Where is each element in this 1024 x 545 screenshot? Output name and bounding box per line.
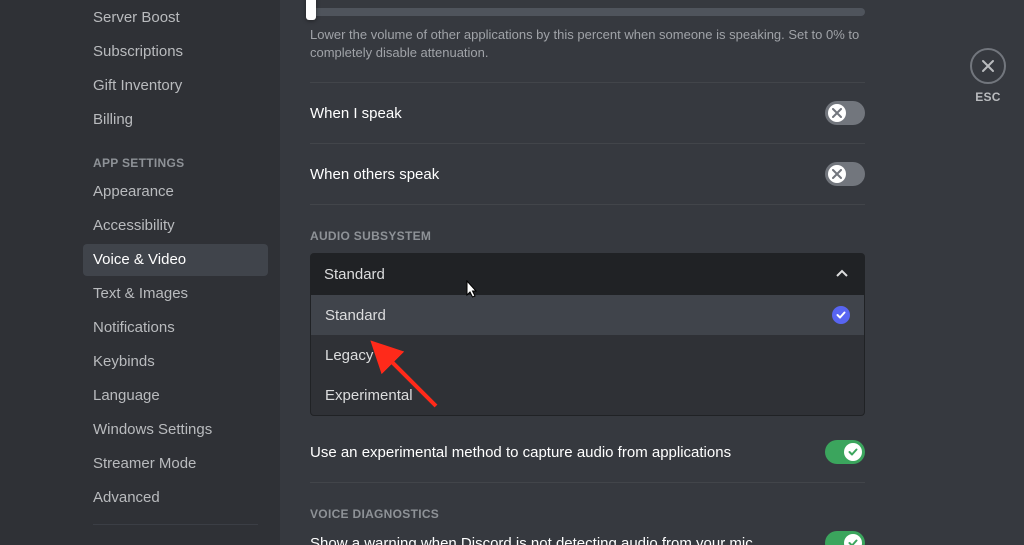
esc-label: ESC: [970, 90, 1006, 104]
toggle-experimental-capture[interactable]: [825, 440, 865, 464]
close-icon: [832, 169, 842, 179]
sidebar-item-gift-inventory[interactable]: Gift Inventory: [83, 70, 268, 102]
label-voice-warning: Show a warning when Discord is not detec…: [310, 535, 753, 545]
audio-subsystem-menu: Standard Legacy Experimental: [310, 295, 865, 416]
chevron-up-icon: [833, 265, 851, 283]
sidebar-item-subscriptions[interactable]: Subscriptions: [83, 36, 268, 68]
close-icon: [832, 108, 842, 118]
sidebar-header-activity-settings: ACTIVITY SETTINGS: [83, 535, 268, 545]
check-icon: [848, 538, 858, 545]
option-label: Standard: [325, 307, 386, 324]
sidebar-item-keybinds[interactable]: Keybinds: [83, 346, 268, 378]
sidebar-item-streamer-mode[interactable]: Streamer Mode: [83, 448, 268, 480]
dropdown-option-legacy[interactable]: Legacy: [311, 335, 864, 375]
close-settings[interactable]: ESC: [970, 48, 1006, 104]
settings-sidebar: Server Boost Subscriptions Gift Inventor…: [0, 0, 280, 545]
label-experimental-capture: Use an experimental method to capture au…: [310, 444, 731, 461]
sidebar-item-accessibility[interactable]: Accessibility: [83, 210, 268, 242]
header-audio-subsystem: AUDIO SUBSYSTEM: [310, 229, 974, 243]
settings-content: Lower the volume of other applications b…: [280, 0, 1024, 545]
toggle-when-i-speak[interactable]: [825, 101, 865, 125]
option-label: Experimental: [325, 387, 413, 404]
toggle-voice-warning[interactable]: [825, 531, 865, 545]
row-experimental-capture: Use an experimental method to capture au…: [310, 422, 865, 483]
slider-thumb[interactable]: [306, 0, 316, 20]
sidebar-item-appearance[interactable]: Appearance: [83, 176, 268, 208]
dropdown-option-standard[interactable]: Standard: [311, 295, 864, 335]
check-icon: [832, 306, 850, 324]
option-label: Legacy: [325, 347, 373, 364]
label-when-i-speak: When I speak: [310, 105, 402, 122]
dropdown-option-experimental[interactable]: Experimental: [311, 375, 864, 415]
sidebar-divider: [93, 524, 258, 525]
sidebar-item-notifications[interactable]: Notifications: [83, 312, 268, 344]
sidebar-item-text-images[interactable]: Text & Images: [83, 278, 268, 310]
check-icon: [848, 447, 858, 457]
row-when-others-speak: When others speak: [310, 144, 865, 205]
row-when-i-speak: When I speak: [310, 83, 865, 144]
row-voice-warning: Show a warning when Discord is not detec…: [310, 531, 865, 545]
sidebar-item-server-boost[interactable]: Server Boost: [83, 2, 268, 34]
sidebar-item-billing[interactable]: Billing: [83, 104, 268, 136]
attenuation-slider[interactable]: [310, 4, 974, 16]
label-when-others-speak: When others speak: [310, 166, 439, 183]
audio-subsystem-dropdown[interactable]: Standard: [310, 253, 865, 295]
dropdown-current-value: Standard: [324, 266, 385, 283]
close-icon: [980, 58, 996, 74]
sidebar-item-language[interactable]: Language: [83, 380, 268, 412]
header-voice-diagnostics: VOICE DIAGNOSTICS: [310, 507, 974, 521]
sidebar-header-app-settings: APP SETTINGS: [83, 138, 268, 176]
sidebar-item-voice-video[interactable]: Voice & Video: [83, 244, 268, 276]
sidebar-item-advanced[interactable]: Advanced: [83, 482, 268, 514]
attenuation-description: Lower the volume of other applications b…: [310, 26, 870, 62]
sidebar-item-windows-settings[interactable]: Windows Settings: [83, 414, 268, 446]
toggle-when-others-speak[interactable]: [825, 162, 865, 186]
